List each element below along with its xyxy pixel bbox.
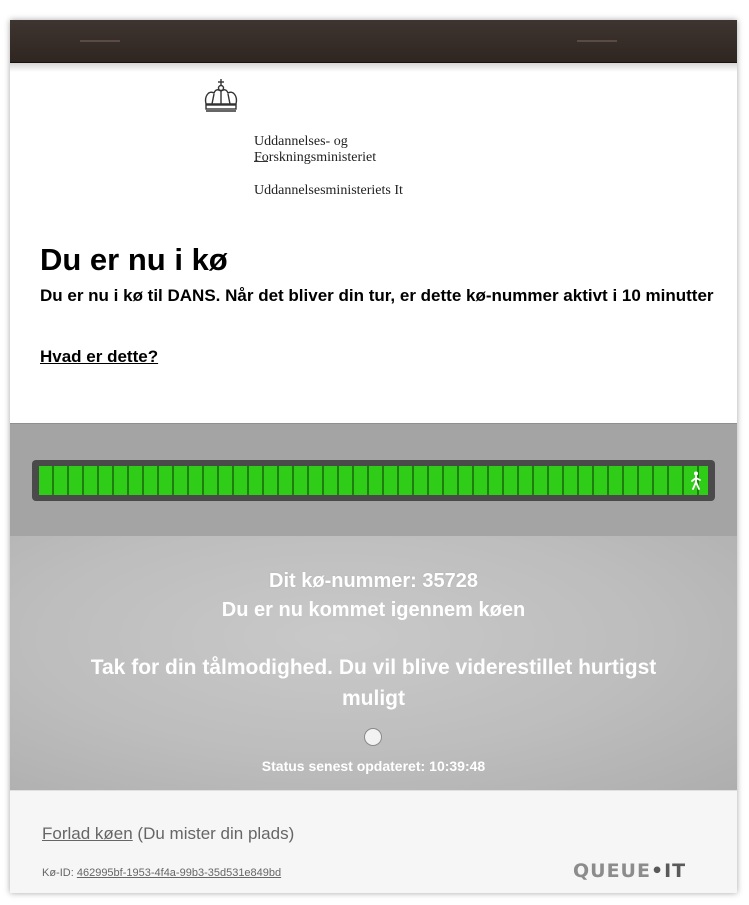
brand-part-2: •IT [650,860,687,882]
queue-id-link[interactable]: 462995bf-1953-4f4a-99b3-35d531e849bd [77,867,281,879]
queue-complete-message: Du er nu kommet igennem køen [221,599,526,621]
queue-id: Kø-ID: 462995bf-1953-4f4a-99b3-35d531e84… [42,867,281,879]
leave-queue-link[interactable]: Forlad køen [42,824,133,843]
top-bar-grip [80,40,120,42]
queue-description: Du er nu i kø til DANS. Når det bliver d… [40,286,714,305]
redirect-message: Tak for din tålmodighed. Du vil blive vi… [90,656,657,710]
progress-bar [32,460,715,501]
logo-line-1: Uddannelses- og [254,134,348,149]
leave-queue: Forlad køen (Du mister din plads) [42,824,294,844]
progress-fill [39,466,708,495]
top-bar-grip [577,40,617,42]
page-title: Du er nu i kø [40,242,228,277]
help-link[interactable]: Hvad er dette? [40,347,158,367]
footer: Forlad køen (Du mister din plads) Kø-ID:… [10,790,737,893]
loading-spinner-icon [364,728,382,746]
progress-section [10,423,737,537]
logo-line-3: Uddannelsesministeriets It [254,183,403,198]
queue-it-logo: QUEUE•IT [573,861,703,881]
queue-number: Dit kø-nummer: 35728 [269,570,478,592]
leave-queue-note: (Du mister din plads) [132,824,295,843]
walking-person-icon [690,471,702,496]
queue-id-label: Kø-ID: [42,867,74,879]
status-updated-label: Status senest opdateret: [261,758,426,774]
status-updated: Status senest opdateret: 10:39:48 [10,758,737,774]
logo-divider [254,161,268,162]
top-bar-shadow [10,62,737,72]
status-updated-time: 10:39:48 [429,758,486,774]
brand-part-1: QUEUE [573,860,651,882]
ministry-logo: Uddannelses- og Forskningsministeriet Ud… [198,78,458,208]
logo-line-2: Forskningsministeriet [254,150,377,165]
queue-page: Uddannelses- og Forskningsministeriet Ud… [10,20,737,893]
top-bar [10,20,737,72]
crown-icon [201,78,241,119]
status-panel: Dit kø-nummer: 35728 Du er nu kommet ige… [10,536,737,790]
